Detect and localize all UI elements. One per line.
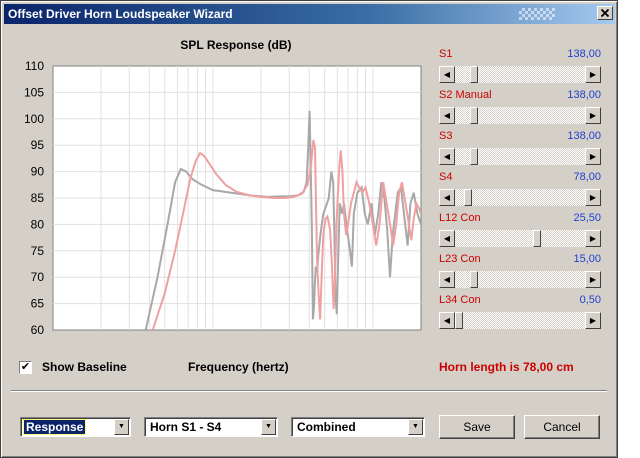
slider-label: S3 <box>439 130 453 142</box>
slider-value: 78,00 <box>573 171 601 183</box>
scroll-left-icon[interactable]: ◀ <box>439 230 455 247</box>
slider-thumb[interactable] <box>469 148 478 165</box>
x-tick-label: 1000 <box>360 337 387 338</box>
spl-response-chart: 6065707580859095100105110102468100246810… <box>24 59 425 338</box>
slider-label: S2 Manual <box>439 89 492 101</box>
slider-thumb[interactable] <box>533 230 542 247</box>
y-tick-label: 105 <box>24 85 44 99</box>
view-select[interactable]: Response ▼ <box>20 417 131 437</box>
chart-title: SPL Response (dB) <box>180 38 292 52</box>
horn-select-value: Horn S1 - S4 <box>150 420 222 434</box>
x-tick-label: 8 <box>194 337 201 338</box>
y-tick-label: 80 <box>31 217 45 231</box>
x-tick-label: 2 <box>258 337 265 338</box>
scroll-left-icon[interactable]: ◀ <box>439 312 455 329</box>
y-tick-label: 85 <box>31 191 45 205</box>
window-title: Offset Driver Horn Loudspeaker Wizard <box>8 7 233 21</box>
scroll-right-icon[interactable]: ▶ <box>585 148 601 165</box>
scroll-right-icon[interactable]: ▶ <box>585 230 601 247</box>
scroll-right-icon[interactable]: ▶ <box>585 66 601 83</box>
slider-track[interactable]: ◀ ▶ <box>439 107 601 124</box>
slider-track[interactable]: ◀ ▶ <box>439 66 601 83</box>
frequency-axis-label: Frequency (hertz) <box>188 360 289 374</box>
y-tick-label: 70 <box>31 270 45 284</box>
horn-length-text: Horn length is 78,00 cm <box>439 360 574 374</box>
slider-thumb[interactable] <box>469 107 478 124</box>
slider-label: S4 <box>439 171 453 183</box>
slider-value: 25,50 <box>573 212 601 224</box>
scroll-left-icon[interactable]: ◀ <box>439 189 455 206</box>
slider-value: 15,00 <box>573 253 601 265</box>
slider-value: 138,00 <box>567 130 601 142</box>
chevron-down-icon[interactable]: ▼ <box>408 419 423 435</box>
scroll-left-icon[interactable]: ◀ <box>439 148 455 165</box>
mode-select[interactable]: Combined ▼ <box>291 417 425 437</box>
slider-thumb[interactable] <box>463 189 472 206</box>
mode-select-value: Combined <box>297 420 356 434</box>
slider-track[interactable]: ◀ ▶ <box>439 148 601 165</box>
close-button[interactable] <box>597 6 613 20</box>
x-tick-label: 10 <box>46 337 60 338</box>
x-tick-label: 6 <box>334 337 341 338</box>
slider-value: 138,00 <box>567 89 601 101</box>
titlebar-decoration <box>519 8 555 20</box>
slider-thumb[interactable] <box>469 271 478 288</box>
scroll-right-icon[interactable]: ▶ <box>585 189 601 206</box>
y-tick-label: 95 <box>31 138 45 152</box>
x-tick-label: 100 <box>203 337 223 338</box>
slider-thumb[interactable] <box>469 66 478 83</box>
chevron-down-icon[interactable]: ▼ <box>261 419 276 435</box>
show-baseline-checkbox[interactable]: ✔ <box>19 361 32 374</box>
slider-thumb[interactable] <box>455 312 463 329</box>
scroll-right-icon[interactable]: ▶ <box>585 107 601 124</box>
save-button[interactable]: Save <box>439 415 515 439</box>
x-tick-label: 2 <box>98 337 105 338</box>
x-tick-label: 2 <box>418 337 425 338</box>
x-tick-label: 6 <box>174 337 181 338</box>
slider-track[interactable]: ◀ ▶ <box>439 312 601 329</box>
y-tick-label: 60 <box>31 323 45 337</box>
y-tick-label: 65 <box>31 297 45 311</box>
y-tick-label: 90 <box>31 165 45 179</box>
scroll-left-icon[interactable]: ◀ <box>439 271 455 288</box>
slider-label: L12 Con <box>439 212 481 224</box>
slider-track[interactable]: ◀ ▶ <box>439 189 601 206</box>
wizard-window: Offset Driver Horn Loudspeaker Wizard SP… <box>0 0 618 458</box>
y-tick-label: 75 <box>31 244 45 258</box>
scroll-right-icon[interactable]: ▶ <box>585 312 601 329</box>
show-baseline-label[interactable]: Show Baseline <box>42 360 127 374</box>
x-tick-label: 4 <box>306 337 313 338</box>
scroll-left-icon[interactable]: ◀ <box>439 107 455 124</box>
separator <box>11 390 607 392</box>
title-bar: Offset Driver Horn Loudspeaker Wizard <box>4 4 615 24</box>
view-select-value: Response <box>22 419 87 435</box>
slider-label: L23 Con <box>439 253 481 265</box>
save-button-label: Save <box>463 420 491 434</box>
cancel-button-label: Cancel <box>543 420 581 434</box>
slider-value: 0,50 <box>579 294 601 306</box>
y-tick-label: 100 <box>24 112 44 126</box>
checkmark-icon: ✔ <box>20 361 31 373</box>
slider-label: S1 <box>439 48 453 60</box>
scroll-left-icon[interactable]: ◀ <box>439 66 455 83</box>
slider-value: 138,00 <box>567 48 601 60</box>
horn-select[interactable]: Horn S1 - S4 ▼ <box>144 417 278 437</box>
slider-label: L34 Con <box>439 294 481 306</box>
y-tick-label: 110 <box>25 59 44 73</box>
x-tick-label: 4 <box>146 337 153 338</box>
cancel-button[interactable]: Cancel <box>524 415 600 439</box>
slider-track[interactable]: ◀ ▶ <box>439 271 601 288</box>
slider-track[interactable]: ◀ ▶ <box>439 230 601 247</box>
scroll-right-icon[interactable]: ▶ <box>585 271 601 288</box>
chevron-down-icon[interactable]: ▼ <box>114 419 129 435</box>
close-icon <box>600 8 610 18</box>
